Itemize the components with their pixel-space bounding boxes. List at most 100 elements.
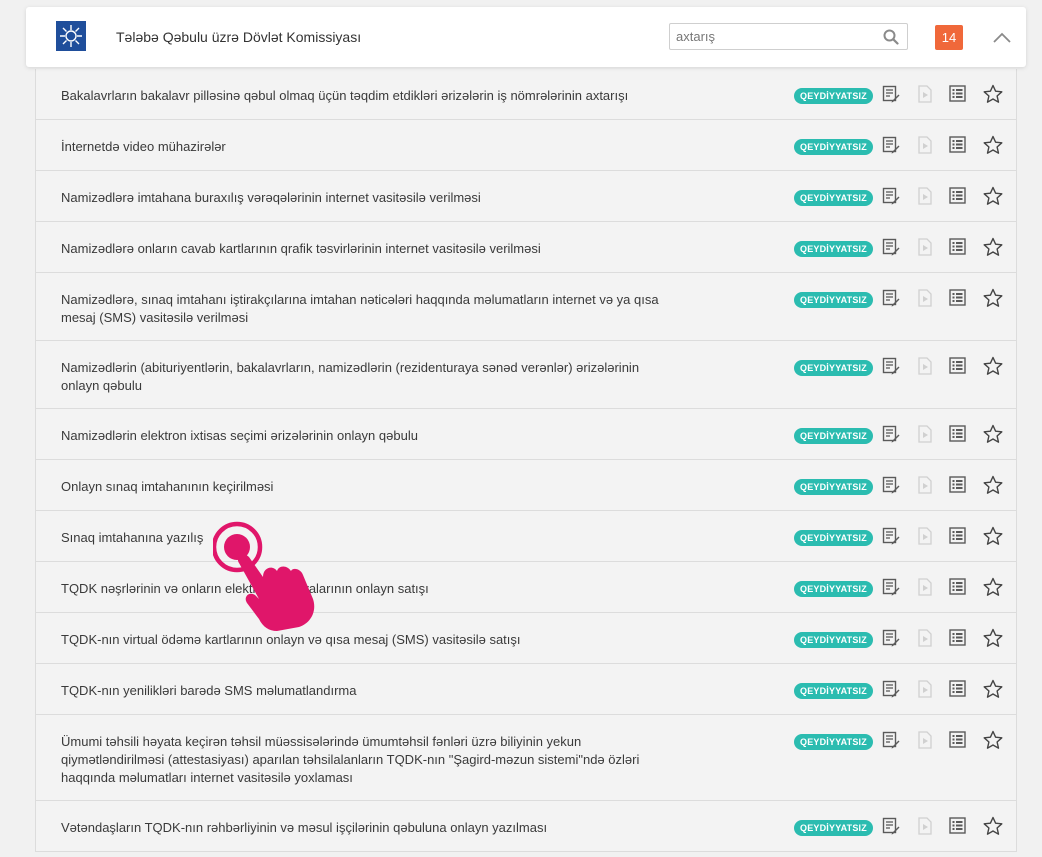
favorite-star-icon[interactable] bbox=[983, 679, 1003, 704]
service-row[interactable]: Onlayn sınaq imtahanının keçirilməsi QEYD… bbox=[36, 460, 1016, 511]
service-row[interactable]: İnternetdə video mühazirələr QEYDİYYATSIZ bbox=[36, 120, 1016, 171]
apply-form-icon[interactable] bbox=[882, 731, 900, 754]
service-actions: QEYDİYYATSIZ bbox=[794, 135, 1003, 160]
favorite-star-icon[interactable] bbox=[983, 356, 1003, 381]
favorite-star-icon[interactable] bbox=[983, 475, 1003, 500]
service-row[interactable]: Bakalavrların bakalavr pilləsinə qəbul o… bbox=[36, 69, 1016, 120]
details-list-icon[interactable] bbox=[949, 476, 966, 498]
favorite-star-icon[interactable] bbox=[983, 730, 1003, 755]
unregistered-tag: QEYDİYYATSIZ bbox=[794, 683, 873, 699]
service-row[interactable]: Sınaq imtahanına yazılış QEYDİYYATSIZ bbox=[36, 511, 1016, 562]
service-row[interactable]: Ümumi təhsili həyata keçirən təhsil müəs… bbox=[36, 715, 1016, 801]
favorite-star-icon[interactable] bbox=[983, 526, 1003, 551]
apply-form-icon[interactable] bbox=[882, 629, 900, 652]
service-title[interactable]: Namizədlərin (abituriyentlərin, bakalavr… bbox=[61, 359, 661, 395]
unregistered-tag: QEYDİYYATSIZ bbox=[794, 581, 873, 597]
details-list-icon[interactable] bbox=[949, 238, 966, 260]
video-play-icon bbox=[917, 475, 933, 499]
service-row[interactable]: Namizədlərin elektron ixtisas seçimi əri… bbox=[36, 409, 1016, 460]
apply-form-icon[interactable] bbox=[882, 85, 900, 108]
favorite-star-icon[interactable] bbox=[983, 577, 1003, 602]
tqdk-logo-icon[interactable] bbox=[56, 21, 86, 51]
search-box bbox=[669, 23, 908, 50]
search-icon[interactable] bbox=[883, 29, 899, 45]
details-list-icon[interactable] bbox=[949, 289, 966, 311]
service-row[interactable]: Namizədlərə, sınaq imtahanı iştirakçılar… bbox=[36, 273, 1016, 341]
service-title[interactable]: TQDK-nın virtual ödəmə kartlarının onlay… bbox=[61, 631, 661, 649]
details-list-icon[interactable] bbox=[949, 85, 966, 107]
details-list-icon[interactable] bbox=[949, 187, 966, 209]
service-row[interactable]: Namizədlərin (abituriyentlərin, bakalavr… bbox=[36, 341, 1016, 409]
service-title[interactable]: Bakalavrların bakalavr pilləsinə qəbul o… bbox=[61, 87, 661, 105]
service-row[interactable]: TQDK nəşrlərinin və onların elektron ver… bbox=[36, 562, 1016, 613]
favorite-star-icon[interactable] bbox=[983, 288, 1003, 313]
chevron-up-icon[interactable] bbox=[990, 27, 1014, 47]
service-title[interactable]: Sınaq imtahanına yazılış bbox=[61, 529, 661, 547]
details-list-icon[interactable] bbox=[949, 731, 966, 753]
video-play-icon bbox=[917, 424, 933, 448]
video-play-icon bbox=[917, 288, 933, 312]
service-title[interactable]: Namizədlərə, sınaq imtahanı iştirakçılar… bbox=[61, 291, 661, 327]
unregistered-tag: QEYDİYYATSIZ bbox=[794, 734, 873, 750]
favorite-star-icon[interactable] bbox=[983, 84, 1003, 109]
details-list-icon[interactable] bbox=[949, 680, 966, 702]
details-list-icon[interactable] bbox=[949, 527, 966, 549]
apply-form-icon[interactable] bbox=[882, 289, 900, 312]
service-actions: QEYDİYYATSIZ bbox=[794, 526, 1003, 551]
service-actions: QEYDİYYATSIZ bbox=[794, 730, 1003, 755]
service-title[interactable]: İnternetdə video mühazirələr bbox=[61, 138, 661, 156]
organization-title[interactable]: Tələbə Qəbulu üzrə Dövlət Komissiyası bbox=[116, 29, 361, 45]
favorite-star-icon[interactable] bbox=[983, 237, 1003, 262]
details-list-icon[interactable] bbox=[949, 357, 966, 379]
details-list-icon[interactable] bbox=[949, 136, 966, 158]
video-play-icon bbox=[917, 356, 933, 380]
service-actions: QEYDİYYATSIZ bbox=[794, 237, 1003, 262]
details-list-icon[interactable] bbox=[949, 817, 966, 839]
apply-form-icon[interactable] bbox=[882, 425, 900, 448]
favorite-star-icon[interactable] bbox=[983, 628, 1003, 653]
favorite-star-icon[interactable] bbox=[983, 135, 1003, 160]
service-title[interactable]: Namizədlərə onların cavab kartlarının qr… bbox=[61, 240, 661, 258]
service-actions: QEYDİYYATSIZ bbox=[794, 475, 1003, 500]
service-title[interactable]: Ümumi təhsili həyata keçirən təhsil müəs… bbox=[61, 733, 661, 787]
unregistered-tag: QEYDİYYATSIZ bbox=[794, 820, 873, 836]
service-actions: QEYDİYYATSIZ bbox=[794, 679, 1003, 704]
service-row[interactable]: Namizədlərə onların cavab kartlarının qr… bbox=[36, 222, 1016, 273]
apply-form-icon[interactable] bbox=[882, 136, 900, 159]
video-play-icon bbox=[917, 135, 933, 159]
unregistered-tag: QEYDİYYATSIZ bbox=[794, 360, 873, 376]
video-play-icon bbox=[917, 237, 933, 261]
apply-form-icon[interactable] bbox=[882, 476, 900, 499]
service-row[interactable]: TQDK-nın yenilikləri barədə SMS məlumatl… bbox=[36, 664, 1016, 715]
video-play-icon bbox=[917, 577, 933, 601]
details-list-icon[interactable] bbox=[949, 425, 966, 447]
apply-form-icon[interactable] bbox=[882, 578, 900, 601]
service-title[interactable]: Vətəndaşların TQDK-nın rəhbərliyinin və … bbox=[61, 819, 661, 837]
apply-form-icon[interactable] bbox=[882, 238, 900, 261]
service-title[interactable]: TQDK nəşrlərinin və onların elektron ver… bbox=[61, 580, 661, 598]
service-row[interactable]: Vətəndaşların TQDK-nın rəhbərliyinin və … bbox=[36, 801, 1016, 852]
apply-form-icon[interactable] bbox=[882, 187, 900, 210]
service-actions: QEYDİYYATSIZ bbox=[794, 288, 1003, 313]
apply-form-icon[interactable] bbox=[882, 817, 900, 840]
unregistered-tag: QEYDİYYATSIZ bbox=[794, 190, 873, 206]
service-row[interactable]: Namizədlərə imtahana buraxılış vərəqələr… bbox=[36, 171, 1016, 222]
favorite-star-icon[interactable] bbox=[983, 186, 1003, 211]
favorite-star-icon[interactable] bbox=[983, 424, 1003, 449]
apply-form-icon[interactable] bbox=[882, 527, 900, 550]
unregistered-tag: QEYDİYYATSIZ bbox=[794, 241, 873, 257]
video-play-icon bbox=[917, 628, 933, 652]
apply-form-icon[interactable] bbox=[882, 680, 900, 703]
video-play-icon bbox=[917, 730, 933, 754]
service-title[interactable]: Onlayn sınaq imtahanının keçirilməsi bbox=[61, 478, 661, 496]
favorite-star-icon[interactable] bbox=[983, 816, 1003, 841]
details-list-icon[interactable] bbox=[949, 578, 966, 600]
apply-form-icon[interactable] bbox=[882, 357, 900, 380]
service-title[interactable]: TQDK-nın yenilikləri barədə SMS məlumatl… bbox=[61, 682, 661, 700]
service-title[interactable]: Namizədlərə imtahana buraxılış vərəqələr… bbox=[61, 189, 661, 207]
service-actions: QEYDİYYATSIZ bbox=[794, 424, 1003, 449]
service-row[interactable]: TQDK-nın virtual ödəmə kartlarının onlay… bbox=[36, 613, 1016, 664]
details-list-icon[interactable] bbox=[949, 629, 966, 651]
search-input[interactable] bbox=[670, 24, 876, 49]
service-title[interactable]: Namizədlərin elektron ixtisas seçimi əri… bbox=[61, 427, 661, 445]
